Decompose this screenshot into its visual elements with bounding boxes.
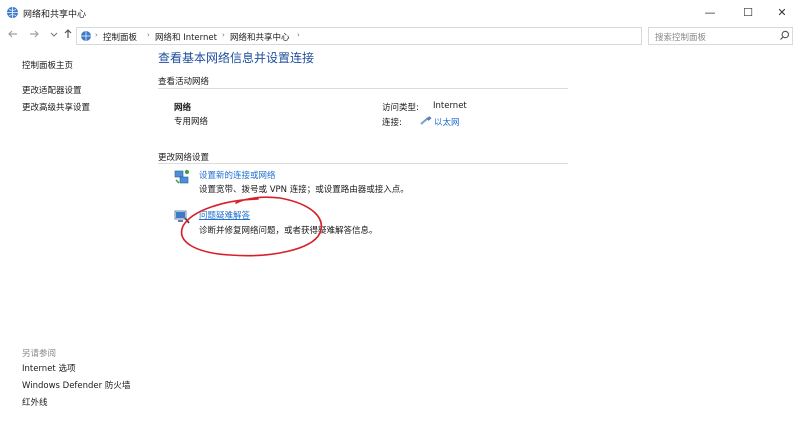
sidebar-link-control-panel-home[interactable]: 控制面板主页 [22,59,73,71]
recent-locations-dropdown[interactable] [47,28,61,44]
up-button[interactable] [61,28,75,44]
address-bar[interactable]: › 控制面板 › 网络和 Internet › 网络和共享中心 › [76,27,713,45]
search-input[interactable]: 搜索控制面板 [648,27,793,45]
breadcrumb-separator: › [222,31,225,39]
title-bar: 网络和共享中心 — ☐ ✕ [0,0,800,25]
active-networks-label: 查看活动网络 [158,77,210,87]
maximize-button[interactable]: ☐ [730,0,766,25]
setup-new-connection-link[interactable]: 设置新的连接或网络 [199,169,276,181]
access-type-label: 访问类型: [382,103,419,113]
minimize-button[interactable]: — [692,0,728,25]
ethernet-connection-link[interactable]: 以太网 [434,116,460,128]
forward-button[interactable] [27,28,41,44]
address-row: › 控制面板 › 网络和 Internet › 网络和共享中心 › 搜索控制面板 [0,25,800,47]
network-globe-icon [7,7,18,18]
arrow-left-icon [8,30,17,38]
sidebar-link-infrared[interactable]: 红外线 [22,396,48,408]
search-placeholder: 搜索控制面板 [655,33,707,43]
network-name: 网络 [174,103,192,113]
network-globe-icon [81,31,91,41]
search-icon[interactable] [779,30,790,41]
window-title: 网络和共享中心 [23,10,87,20]
breadcrumb-network-sharing-center[interactable]: 网络和共享中心 [230,31,290,43]
divider [158,88,568,89]
breadcrumb-control-panel[interactable]: 控制面板 [103,31,137,43]
troubleshoot-problems-link[interactable]: 问题疑难解答 [199,209,250,221]
change-settings-label: 更改网络设置 [158,153,210,163]
close-button[interactable]: ✕ [764,0,800,25]
troubleshoot-icon [174,210,190,224]
see-also-heading: 另请参阅 [22,349,57,359]
access-type-value: Internet [433,101,467,111]
sidebar-link-change-adapter-settings[interactable]: 更改适配器设置 [22,84,82,96]
connections-label: 连接: [382,118,402,128]
red-annotation-circle [180,196,323,257]
sidebar-link-advanced-sharing-settings[interactable]: 更改高级共享设置 [22,101,90,113]
arrow-right-icon [30,30,39,38]
sidebar-link-windows-defender-firewall[interactable]: Windows Defender 防火墙 [22,379,130,391]
troubleshoot-problems-description: 诊断并修复网络问题，或者获得疑难解答信息。 [199,226,378,236]
breadcrumb-separator: › [95,31,98,39]
setup-new-connection-description: 设置宽带、拨号或 VPN 连接；或设置路由器或接入点。 [199,185,409,195]
network-type: 专用网络 [174,117,209,127]
arrow-up-icon [64,29,72,38]
breadcrumb-network-internet[interactable]: 网络和 Internet [155,31,217,43]
back-button[interactable] [6,28,20,44]
chevron-down-icon [50,32,58,37]
breadcrumb-separator: › [297,31,300,39]
page-title: 查看基本网络信息并设置连接 [158,51,315,65]
divider [158,163,568,164]
breadcrumb-separator: › [147,31,150,39]
network-setup-icon [174,169,189,184]
ethernet-cable-icon [420,116,432,125]
sidebar-link-internet-options[interactable]: Internet 选项 [22,362,75,374]
